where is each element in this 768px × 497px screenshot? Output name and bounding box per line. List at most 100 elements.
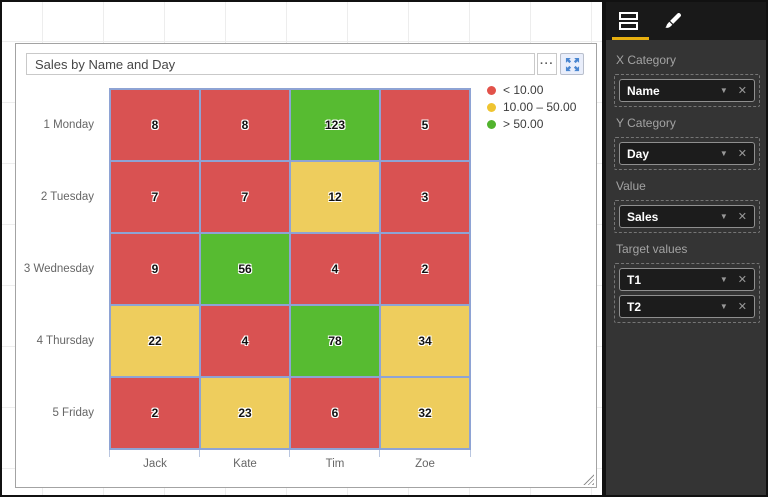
pane-tabbar <box>606 2 766 40</box>
heatmap-cell[interactable]: 2 <box>381 234 469 304</box>
y-axis-label: 1 Monday <box>43 119 94 131</box>
x-axis-label: Jack <box>143 458 167 470</box>
cell-value: 5 <box>421 118 429 132</box>
field-well-group: Sales ▼ ✕ <box>614 200 760 233</box>
y-axis-label: 3 Wednesday <box>23 263 94 275</box>
field-name: T1 <box>627 272 642 287</box>
legend-item: > 50.00 <box>487 117 576 131</box>
cell-value: 7 <box>151 190 159 204</box>
cell-value: 32 <box>418 406 432 420</box>
remove-field-icon[interactable]: ✕ <box>738 273 747 286</box>
dropdown-caret-icon[interactable]: ▼ <box>720 275 728 284</box>
field-well-day[interactable]: Day ▼ ✕ <box>619 142 755 165</box>
more-options-button[interactable]: ··· <box>537 53 557 75</box>
field-well-t2[interactable]: T2 ▼ ✕ <box>619 295 755 318</box>
heatmap-cell[interactable]: 22 <box>111 306 199 376</box>
field-sections: X Category Name ▼ ✕ Y Category Day ▼ ✕ Value Sale… <box>606 40 766 323</box>
heatmap-cell[interactable]: 7 <box>111 162 199 232</box>
field-well-group: Day ▼ ✕ <box>614 137 760 170</box>
heatmap-grid: 8 8 123 5 7 7 12 3 9 56 4 2 22 4 78 34 2 23 6 32 <box>109 88 471 450</box>
cell-value: 4 <box>241 334 249 348</box>
x-axis-tick <box>470 450 471 457</box>
heatmap-cell[interactable]: 3 <box>381 162 469 232</box>
remove-field-icon[interactable]: ✕ <box>738 147 747 160</box>
dropdown-caret-icon[interactable]: ▼ <box>720 212 728 221</box>
heatmap-cell[interactable]: 23 <box>201 378 289 448</box>
heatmap-cell[interactable]: 9 <box>111 234 199 304</box>
legend-label: 10.00 – 50.00 <box>503 100 577 114</box>
cell-value: 34 <box>418 334 432 348</box>
expand-button[interactable] <box>560 53 584 75</box>
field-name: Name <box>627 83 660 98</box>
cell-value: 3 <box>421 190 429 204</box>
field-wells-icon <box>618 12 638 30</box>
remove-field-icon[interactable]: ✕ <box>738 300 747 313</box>
heatmap-cell[interactable]: 12 <box>291 162 379 232</box>
legend-item: 10.00 – 50.00 <box>487 100 577 114</box>
cell-value: 56 <box>238 262 252 276</box>
cell-value: 2 <box>421 262 429 276</box>
heatmap-cell[interactable]: 34 <box>381 306 469 376</box>
visual-title-input[interactable]: Sales by Name and Day <box>26 53 535 75</box>
x-axis-tick <box>379 450 380 457</box>
dropdown-caret-icon[interactable]: ▼ <box>720 86 728 95</box>
legend: < 10.00 10.00 – 50.00 > 50.00 <box>487 83 577 135</box>
x-axis-tick <box>289 450 290 457</box>
heatmap-cell[interactable]: 6 <box>291 378 379 448</box>
dropdown-caret-icon[interactable]: ▼ <box>720 302 728 311</box>
x-axis-label: Kate <box>233 458 257 470</box>
field-well-label: X Category <box>616 53 677 67</box>
heatmap-cell[interactable]: 7 <box>201 162 289 232</box>
expand-arrows-icon <box>565 57 579 71</box>
y-axis-label: 5 Friday <box>52 407 94 419</box>
heatmap-cell[interactable]: 78 <box>291 306 379 376</box>
legend-label: > 50.00 <box>503 117 544 131</box>
heatmap-cell[interactable]: 4 <box>291 234 379 304</box>
cell-value: 8 <box>151 118 159 132</box>
x-axis-label: Zoe <box>415 458 435 470</box>
cell-value: 6 <box>331 406 339 420</box>
legend-dot-icon <box>487 102 496 112</box>
heatmap-visual-container[interactable]: Sales by Name and Day ··· < 10.00 10.00 … <box>15 43 597 488</box>
heatmap-cell[interactable]: 8 <box>201 90 289 160</box>
field-well-name[interactable]: Name ▼ ✕ <box>619 79 755 102</box>
remove-field-icon[interactable]: ✕ <box>738 210 747 223</box>
visual-title: Sales by Name and Day <box>35 56 176 72</box>
dropdown-caret-icon[interactable]: ▼ <box>720 149 728 158</box>
active-tab-underline <box>612 37 649 40</box>
heatmap-cell[interactable]: 8 <box>111 90 199 160</box>
field-name: Sales <box>627 209 659 224</box>
heatmap-cell[interactable]: 56 <box>201 234 289 304</box>
visual-titlebar: Sales by Name and Day ··· <box>26 53 584 75</box>
legend-dot-icon <box>487 85 496 95</box>
x-axis-label: Tim <box>325 458 345 470</box>
tab-format[interactable] <box>650 2 694 40</box>
legend-item: < 10.00 <box>487 83 576 97</box>
remove-field-icon[interactable]: ✕ <box>738 84 747 97</box>
report-canvas[interactable]: Sales by Name and Day ··· < 10.00 10.00 … <box>2 2 604 495</box>
field-well-group: T1 ▼ ✕ T2 ▼ ✕ <box>614 263 760 323</box>
resize-handle[interactable] <box>583 474 594 485</box>
cell-value: 2 <box>151 406 159 420</box>
x-axis-tick <box>109 450 110 457</box>
field-well-t1[interactable]: T1 ▼ ✕ <box>619 268 755 291</box>
property-pane: X Category Name ▼ ✕ Y Category Day ▼ ✕ Value Sale… <box>606 2 766 495</box>
tab-fields[interactable] <box>606 2 650 40</box>
cell-value: 78 <box>328 334 342 348</box>
field-well-sales[interactable]: Sales ▼ ✕ <box>619 205 755 228</box>
cell-value: 4 <box>331 262 339 276</box>
cell-value: 7 <box>241 190 249 204</box>
cell-value: 12 <box>328 190 342 204</box>
heatmap-cell[interactable]: 4 <box>201 306 289 376</box>
legend-dot-icon <box>487 119 496 129</box>
heatmap-cell[interactable]: 123 <box>291 90 379 160</box>
field-name: Day <box>627 146 650 161</box>
y-axis-label: 4 Thursday <box>36 335 94 347</box>
cell-value: 22 <box>148 334 162 348</box>
heatmap-cell[interactable]: 2 <box>111 378 199 448</box>
heatmap-cell[interactable]: 5 <box>381 90 469 160</box>
field-well-group: Name ▼ ✕ <box>614 74 760 107</box>
cell-value: 8 <box>241 118 249 132</box>
field-well-label: Y Category <box>616 116 676 130</box>
heatmap-cell[interactable]: 32 <box>381 378 469 448</box>
